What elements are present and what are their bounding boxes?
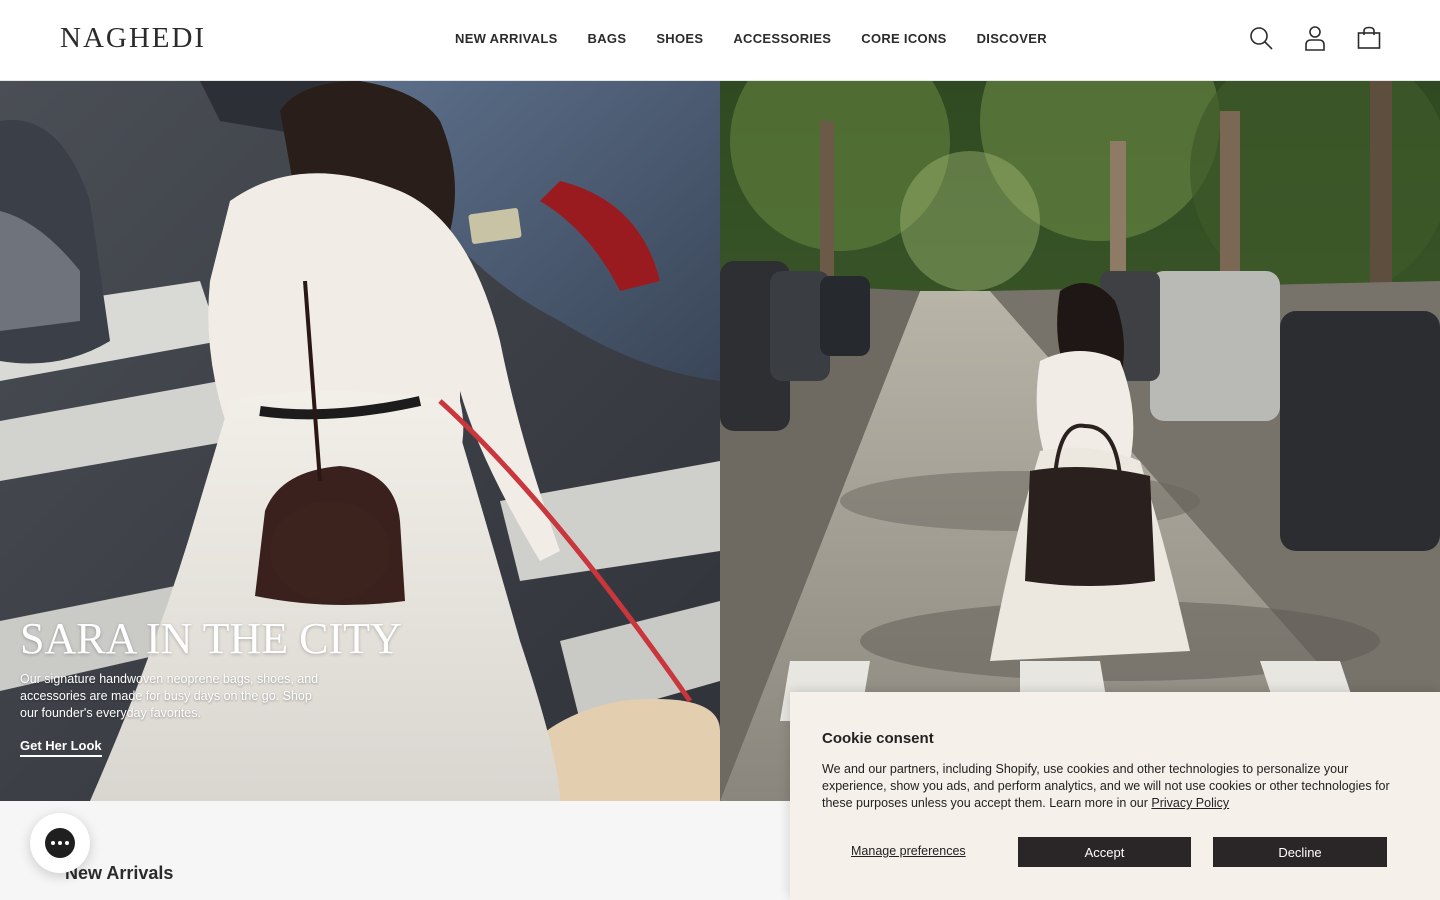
brand-logo[interactable]: NAGHEDI bbox=[60, 22, 206, 55]
hero-description: Our signature handwoven neoprene bags, s… bbox=[20, 672, 319, 720]
search-icon[interactable] bbox=[1248, 24, 1274, 52]
account-icon[interactable] bbox=[1302, 24, 1328, 52]
cookie-consent-banner: Cookie consent We and our partners, incl… bbox=[790, 692, 1440, 900]
section-title: New Arrivals bbox=[65, 863, 174, 883]
site-header: NAGHEDI NEW ARRIVALS BAGS SHOES ACCESSOR… bbox=[0, 0, 1440, 81]
cookie-body-text: We and our partners, including Shopify, … bbox=[822, 762, 1390, 810]
hero-content: SARA IN THE CITY Our signature handwoven… bbox=[20, 617, 402, 757]
header-actions bbox=[1248, 24, 1382, 52]
nav-item-bags[interactable]: BAGS bbox=[588, 31, 627, 46]
cookie-title: Cookie consent bbox=[822, 730, 934, 747]
chat-widget-button[interactable] bbox=[30, 813, 90, 873]
accept-button[interactable]: Accept bbox=[1018, 837, 1191, 867]
nav-item-core-icons[interactable]: CORE ICONS bbox=[861, 31, 946, 46]
nav-item-discover[interactable]: DISCOVER bbox=[977, 31, 1047, 46]
nav-item-shoes[interactable]: SHOES bbox=[656, 31, 703, 46]
nav-item-accessories[interactable]: ACCESSORIES bbox=[733, 31, 831, 46]
nav-item-new-arrivals[interactable]: NEW ARRIVALS bbox=[455, 31, 558, 46]
main-nav: NEW ARRIVALS BAGS SHOES ACCESSORIES CORE… bbox=[455, 31, 1047, 46]
decline-button[interactable]: Decline bbox=[1213, 837, 1387, 867]
cart-icon[interactable] bbox=[1356, 24, 1382, 52]
manage-preferences-link[interactable]: Manage preferences bbox=[851, 844, 966, 858]
cookie-body: We and our partners, including Shopify, … bbox=[822, 761, 1412, 812]
chat-icon bbox=[45, 828, 75, 858]
privacy-policy-link[interactable]: Privacy Policy bbox=[1151, 796, 1229, 810]
get-her-look-link[interactable]: Get Her Look bbox=[20, 738, 102, 757]
hero-title: SARA IN THE CITY bbox=[20, 614, 402, 663]
